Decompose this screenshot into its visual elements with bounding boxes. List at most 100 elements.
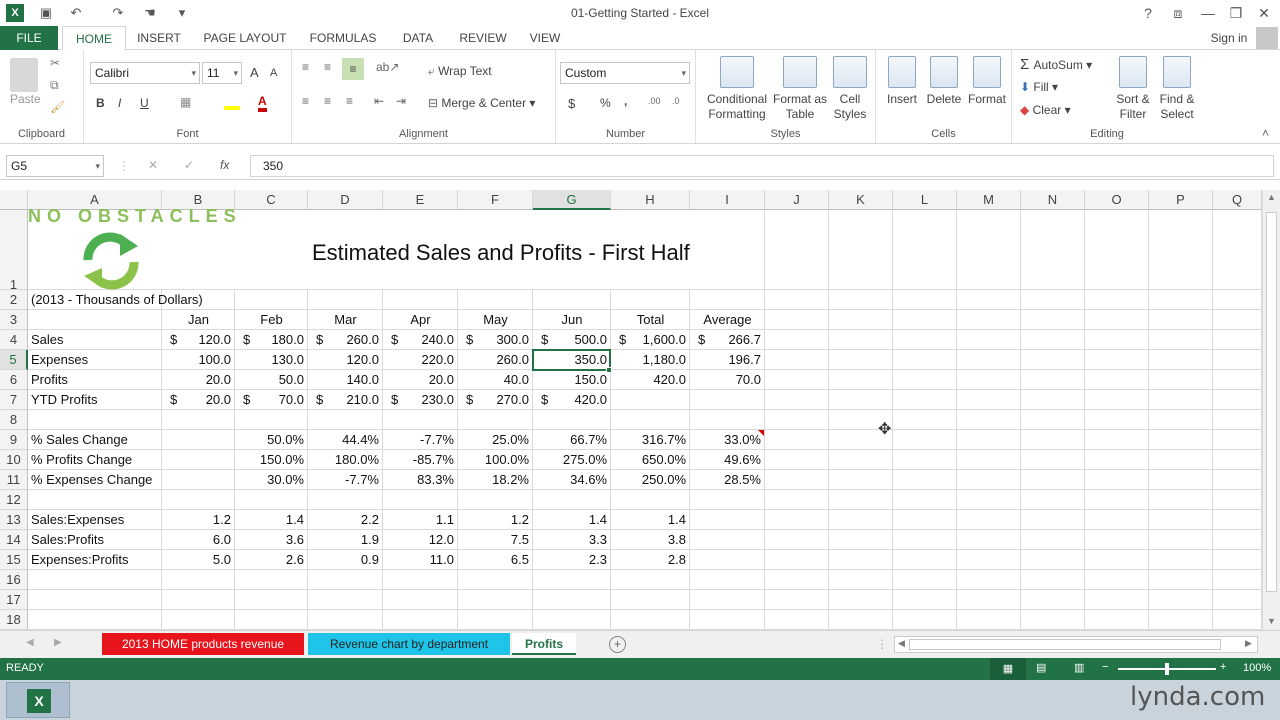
fill-color-icon[interactable] — [224, 94, 240, 110]
value-cell[interactable]: 50.0 — [235, 370, 308, 390]
row-header[interactable]: 13 — [0, 510, 28, 530]
value-cell[interactable]: 420.0 — [611, 370, 690, 390]
underline-button[interactable]: U — [140, 96, 149, 110]
column-header[interactable]: O — [1085, 190, 1149, 210]
column-header[interactable]: H — [611, 190, 690, 210]
value-cell[interactable]: 44.4% — [308, 430, 383, 450]
font-size-select[interactable]: 11 — [202, 62, 242, 84]
value-cell[interactable]: 28.5% — [690, 470, 765, 490]
sheet-tab-home-products[interactable]: 2013 HOME products revenue — [102, 633, 304, 655]
scroll-down-icon[interactable]: ▼ — [1267, 616, 1276, 626]
value-cell[interactable]: 5.0 — [162, 550, 235, 570]
font-name-select[interactable]: Calibri — [90, 62, 200, 84]
value-cell[interactable]: 120.0 — [308, 350, 383, 370]
value-cell[interactable]: 40.0 — [458, 370, 533, 390]
borders-icon[interactable]: ▦ — [180, 95, 191, 109]
value-cell[interactable]: -7.7% — [308, 470, 383, 490]
value-cell[interactable]: 150.0% — [235, 450, 308, 470]
tab-split-grip[interactable]: ⋮ — [876, 637, 888, 651]
value-cell[interactable]: 120.0 $ — [162, 330, 235, 350]
column-header[interactable]: L — [893, 190, 957, 210]
horizontal-scrollbar[interactable]: ◀ ▶ — [894, 636, 1258, 653]
value-cell[interactable]: 49.6% — [690, 450, 765, 470]
value-cell[interactable]: 270.0 $ — [458, 390, 533, 410]
column-header[interactable]: Q — [1213, 190, 1262, 210]
row-header[interactable]: 18 — [0, 610, 28, 630]
value-cell[interactable]: 1.4 — [533, 510, 611, 530]
value-cell[interactable]: 180.0 $ — [235, 330, 308, 350]
fill-handle[interactable] — [606, 367, 612, 373]
value-cell[interactable]: 140.0 — [308, 370, 383, 390]
value-cell[interactable]: 196.7 — [690, 350, 765, 370]
taskbar-excel-button[interactable]: X — [6, 682, 70, 718]
vertical-scrollbar[interactable]: ▲ ▼ — [1262, 190, 1280, 630]
conditional-formatting-button[interactable]: Conditional Formatting — [702, 56, 772, 122]
tab-file[interactable]: FILE — [0, 26, 58, 50]
value-cell[interactable]: 3.3 — [533, 530, 611, 550]
sheet-tab-profits[interactable]: Profits — [512, 633, 576, 655]
tab-home[interactable]: HOME — [62, 26, 126, 51]
minimize-icon[interactable]: — — [1196, 3, 1220, 23]
shrink-font-button[interactable]: A — [270, 67, 277, 79]
sign-in-link[interactable]: Sign in — [1206, 26, 1252, 50]
insert-function-button[interactable]: fx — [220, 158, 229, 172]
column-header[interactable]: N — [1021, 190, 1085, 210]
value-cell[interactable]: 20.0 $ — [162, 390, 235, 410]
number-format-select[interactable]: Custom — [560, 62, 690, 84]
ribbon-display-options-icon[interactable]: ⧈ — [1166, 3, 1190, 23]
row-header[interactable]: 1 — [0, 210, 28, 292]
align-right-icon[interactable]: ≡ — [346, 94, 353, 108]
value-cell[interactable]: 250.0% — [611, 470, 690, 490]
new-sheet-icon[interactable]: + — [609, 636, 626, 653]
row-header[interactable]: 2 — [0, 290, 28, 310]
tab-view[interactable]: VIEW — [522, 26, 568, 50]
row-header[interactable]: 11 — [0, 470, 28, 490]
cancel-entry-icon[interactable]: ✕ — [148, 158, 158, 172]
value-cell[interactable]: 30.0% — [235, 470, 308, 490]
value-cell[interactable]: 260.0 $ — [308, 330, 383, 350]
value-cell[interactable]: 2.8 — [611, 550, 690, 570]
value-cell[interactable]: 66.7% — [533, 430, 611, 450]
tab-data[interactable]: DATA — [392, 26, 444, 50]
vertical-scroll-thumb[interactable] — [1266, 212, 1277, 592]
scroll-right-icon[interactable]: ▶ — [1245, 638, 1252, 649]
value-cell[interactable]: 420.0 $ — [533, 390, 611, 410]
column-header[interactable]: C — [235, 190, 308, 210]
find-select-button[interactable]: Find & Select — [1154, 56, 1200, 122]
format-painter-icon[interactable]: 🖌 — [50, 100, 65, 114]
italic-button[interactable]: I — [118, 96, 121, 110]
value-cell[interactable]: 70.0 $ — [235, 390, 308, 410]
align-left-icon[interactable]: ≡ — [302, 94, 309, 108]
row-header[interactable]: 9 — [0, 430, 28, 450]
orientation-icon[interactable]: ab↗ — [376, 60, 399, 74]
value-cell[interactable]: 50.0% — [235, 430, 308, 450]
value-cell[interactable]: 275.0% — [533, 450, 611, 470]
value-cell[interactable]: 7.5 — [458, 530, 533, 550]
value-cell[interactable]: 0.9 — [308, 550, 383, 570]
tab-review[interactable]: REVIEW — [454, 26, 512, 50]
row-header[interactable]: 10 — [0, 450, 28, 470]
value-cell[interactable]: 230.0 $ — [383, 390, 458, 410]
value-cell[interactable]: 1.2 — [458, 510, 533, 530]
zoom-slider-thumb[interactable] — [1165, 663, 1169, 675]
name-box[interactable]: G5 — [6, 155, 104, 177]
next-sheet-icon[interactable]: ▶ — [54, 637, 62, 648]
value-cell[interactable]: 1.9 — [308, 530, 383, 550]
value-cell[interactable]: 100.0% — [458, 450, 533, 470]
paste-icon[interactable] — [10, 58, 38, 92]
align-center-icon[interactable]: ≡ — [324, 94, 331, 108]
close-icon[interactable]: ✕ — [1252, 3, 1276, 23]
value-cell[interactable]: 3.6 — [235, 530, 308, 550]
value-cell[interactable]: 1,180.0 — [611, 350, 690, 370]
column-header[interactable]: M — [957, 190, 1021, 210]
avatar[interactable] — [1256, 27, 1278, 49]
row-header[interactable]: 5 — [0, 350, 28, 370]
row-header[interactable]: 12 — [0, 490, 28, 510]
value-cell[interactable]: 33.0% — [690, 430, 765, 450]
value-cell[interactable]: 3.8 — [611, 530, 690, 550]
value-cell[interactable]: 11.0 — [383, 550, 458, 570]
select-all-corner[interactable] — [0, 190, 28, 210]
cell-styles-button[interactable]: Cell Styles — [828, 56, 872, 122]
value-cell[interactable]: 260.0 — [458, 350, 533, 370]
row-header[interactable]: 17 — [0, 590, 28, 610]
